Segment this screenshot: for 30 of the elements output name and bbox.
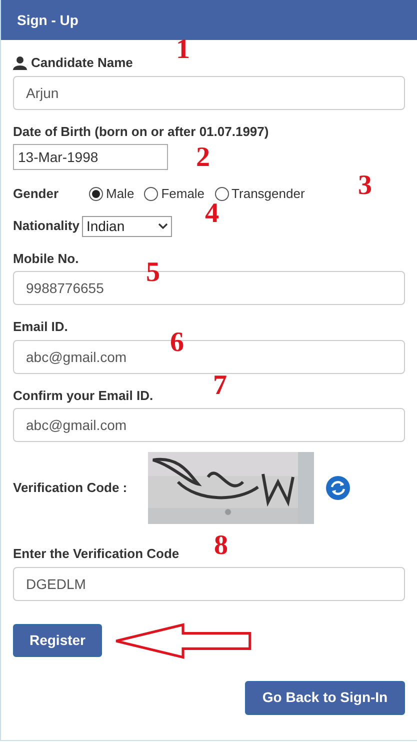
annotation-number: 7 [213,372,227,400]
annotation-number: 1 [176,36,190,64]
field-label: Gender [13,185,60,203]
input-field[interactable]: abc@gmail.com [13,408,405,442]
radio-option[interactable]: Male [89,184,134,204]
nationality-dropdown[interactable]: Indian [82,216,172,236]
radio-button[interactable] [144,186,158,201]
radio-option[interactable]: Female [144,184,205,204]
back-to-sign-in-button[interactable]: Go Back to Sign-In [245,680,405,714]
field-label: Email ID. [13,318,68,336]
refresh-icon[interactable] [326,476,350,500]
person-icon [13,56,27,70]
radio-button[interactable] [214,186,229,201]
annotation-number: 8 [214,532,228,560]
annotation-number: 3 [358,172,372,200]
field-label: Date of Birth (born on or after 01.07.1997) [13,122,269,141]
header-title: Sign - Up [17,10,78,30]
annotation-number: 2 [196,144,210,172]
register-button[interactable]: Register [13,624,102,657]
date-field[interactable]: 13-Mar-1998 [13,144,168,170]
input-field[interactable]: DGEDLM [13,566,405,600]
field-label: Nationality [13,217,80,236]
field-label: Verification Code : [13,479,128,498]
field-label: Confirm your Email ID. [13,386,154,405]
input-field[interactable]: Arjun [13,76,405,110]
field-label: Enter the Verification Code [13,545,180,563]
field-label: Candidate Name [31,54,133,72]
radio-button[interactable] [89,186,103,201]
field-label: Mobile No. [13,250,79,268]
chevron-down-icon [158,223,168,229]
